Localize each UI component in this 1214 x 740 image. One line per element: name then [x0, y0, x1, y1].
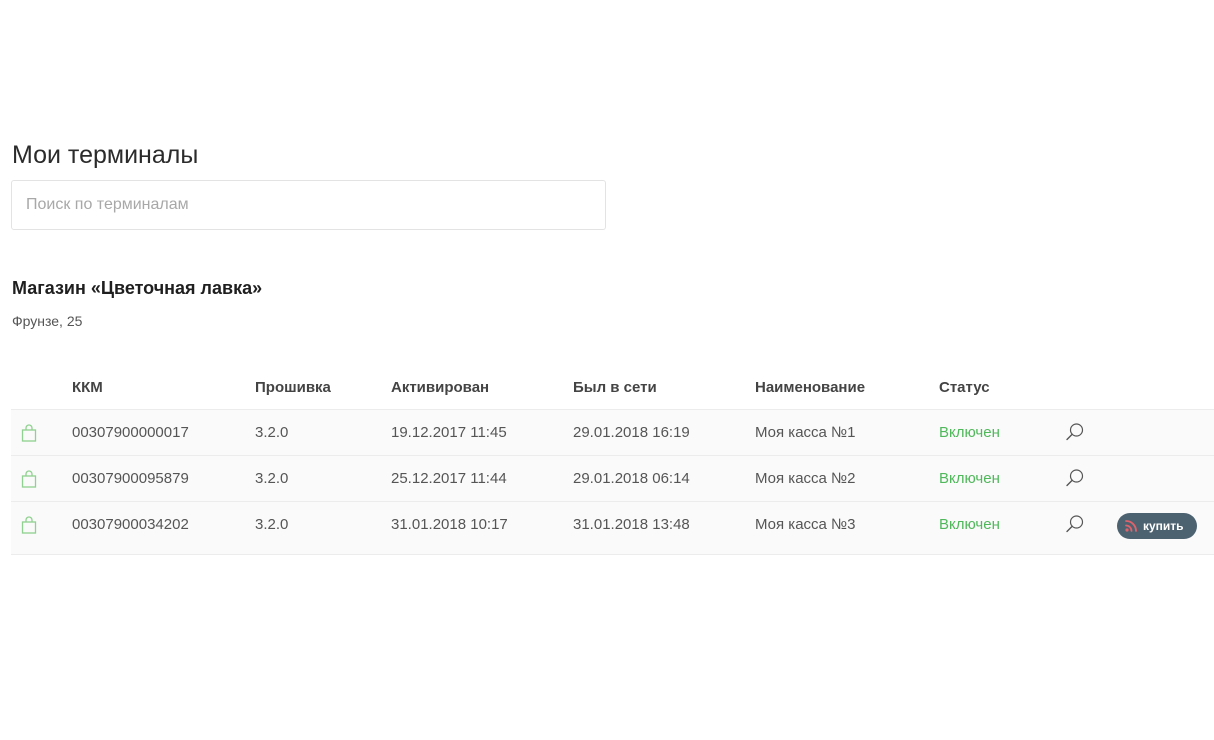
cell-last-online: 29.01.2018 06:14 — [573, 470, 690, 487]
header-firmware: Прошивка — [255, 379, 331, 396]
table-row[interactable]: 00307900000017 3.2.0 19.12.2017 11:45 29… — [11, 410, 1214, 456]
shopping-bag-icon — [21, 470, 37, 488]
store-address: Фрунзе, 25 — [12, 313, 83, 329]
table-row[interactable]: 00307900095879 3.2.0 25.12.2017 11:44 29… — [11, 456, 1214, 502]
cell-kkm: 00307900034202 — [72, 516, 189, 533]
cell-firmware: 3.2.0 — [255, 516, 289, 533]
header-last-online: Был в сети — [573, 379, 657, 396]
cell-name: Моя касса №2 — [755, 470, 856, 487]
cell-activated: 25.12.2017 11:44 — [391, 470, 507, 487]
table-row[interactable]: 00307900034202 3.2.0 31.01.2018 10:17 31… — [11, 502, 1214, 555]
status-badge: Включен — [939, 424, 1000, 441]
search-box[interactable] — [11, 180, 606, 230]
cell-firmware: 3.2.0 — [255, 470, 289, 487]
status-badge: Включен — [939, 516, 1000, 533]
store-name: Магазин «Цветочная лавка» — [12, 278, 263, 298]
shopping-bag-icon — [21, 516, 37, 534]
search-icon[interactable] — [1065, 468, 1085, 488]
page-title: Мои терминалы — [12, 141, 199, 169]
search-icon[interactable] — [1065, 514, 1085, 534]
search-icon[interactable] — [1065, 422, 1085, 442]
cell-last-online: 31.01.2018 13:48 — [573, 516, 690, 533]
cell-name: Моя касса №3 — [755, 516, 856, 533]
search-input[interactable] — [12, 181, 605, 229]
cell-firmware: 3.2.0 — [255, 424, 289, 441]
status-badge: Включен — [939, 470, 1000, 487]
cell-activated: 31.01.2018 10:17 — [391, 516, 508, 533]
cell-kkm: 00307900095879 — [72, 470, 189, 487]
cell-activated: 19.12.2017 11:45 — [391, 424, 507, 441]
table-header: ККМ Прошивка Активирован Был в сети Наим… — [11, 368, 1214, 410]
cell-kkm: 00307900000017 — [72, 424, 189, 441]
buy-button[interactable]: купить — [1117, 513, 1197, 539]
signal-icon — [1125, 520, 1137, 532]
cell-last-online: 29.01.2018 16:19 — [573, 424, 690, 441]
shopping-bag-icon — [21, 424, 37, 442]
header-activated: Активирован — [391, 379, 490, 396]
cell-name: Моя касса №1 — [755, 424, 856, 441]
buy-button-label: купить — [1143, 519, 1184, 533]
header-name: Наименование — [755, 379, 866, 396]
terminals-table: ККМ Прошивка Активирован Был в сети Наим… — [11, 368, 1214, 555]
header-status: Статус — [939, 379, 990, 396]
header-kkm: ККМ — [72, 379, 103, 396]
